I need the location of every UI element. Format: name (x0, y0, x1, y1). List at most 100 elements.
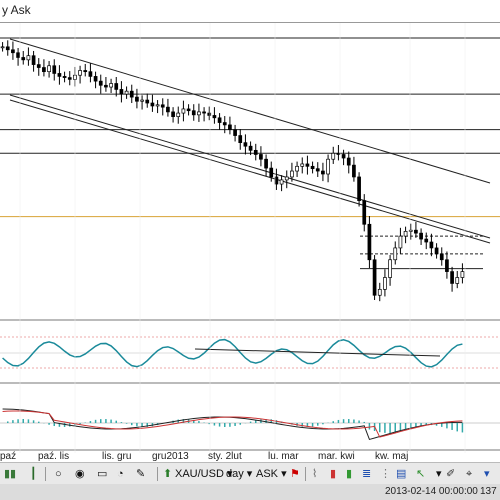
candle-body (62, 76, 67, 78)
candle-body (341, 154, 346, 159)
chart-type-icon[interactable]: ▮▮ (4, 466, 16, 482)
candle-body (124, 90, 129, 95)
candle-body (145, 99, 150, 104)
symbol-select[interactable]: XAU/USD ▾ (175, 466, 232, 482)
x-tick-label: lu. mar (268, 451, 299, 462)
candle-body (114, 83, 119, 90)
x-tick-label: gru2013 (152, 451, 189, 462)
candle-body (119, 89, 124, 95)
x-tick-label: sty. 2lut (208, 451, 242, 462)
candle-body (5, 46, 10, 51)
drawing-tools-icon[interactable]: ✐ (446, 466, 455, 482)
status-datetime: 2013-02-14 00:00:00 (385, 486, 478, 497)
candle-body (26, 55, 31, 61)
candle-body (346, 157, 351, 166)
bar-chart-icon[interactable]: ┃ (30, 466, 37, 482)
candle-body (372, 259, 377, 296)
candle-body (202, 111, 206, 114)
candle-body (357, 176, 361, 201)
candle-body (78, 70, 82, 76)
candle-body (460, 271, 465, 278)
candle-body (414, 229, 418, 234)
candle-body (352, 164, 356, 178)
x-tick-label: kw. maj (375, 451, 409, 462)
price-chart[interactable] (0, 23, 500, 453)
crosshair-icon[interactable]: ⌖ (466, 466, 472, 482)
candle-body (290, 170, 294, 178)
zoom-out-icon[interactable]: ○ (55, 466, 62, 482)
status-bar: 2013-02-14 00:00:00 137 (0, 484, 500, 500)
candle-body (362, 200, 367, 225)
fit-icon[interactable]: ▭ (97, 466, 107, 482)
candle-body (217, 117, 222, 123)
dropdown-icon[interactable]: ▾ (436, 466, 442, 482)
candle-body (135, 96, 139, 102)
candle-body (321, 170, 325, 175)
candle-body (129, 90, 134, 98)
candle-body (52, 65, 57, 74)
x-tick-label: mar. kwi (318, 451, 355, 462)
candle-body (377, 288, 382, 296)
candle-body (42, 67, 46, 73)
candle-body (93, 76, 98, 82)
flag-icon[interactable]: ⚑ (290, 466, 300, 482)
lines-icon[interactable]: ▤ (396, 466, 406, 482)
period-icon[interactable]: ⋮ (380, 466, 391, 482)
candle-body (11, 49, 15, 54)
macd-line (2, 408, 463, 441)
chart-area[interactable] (0, 23, 500, 453)
candle-body (197, 111, 201, 116)
candle-body (367, 223, 372, 261)
more-icon[interactable]: ▾ (484, 466, 490, 482)
green-bar-icon[interactable]: ▮ (346, 466, 352, 482)
red-bar-icon[interactable]: ▮ (330, 466, 336, 482)
candle-body (166, 106, 170, 113)
candle-body (393, 247, 398, 261)
candle-body (228, 124, 232, 130)
candle-body (269, 167, 274, 178)
candle-body (450, 271, 454, 284)
candle-body (88, 71, 93, 77)
candle-body (398, 235, 403, 249)
candle-body (181, 108, 186, 114)
candle-body (160, 104, 165, 108)
x-tick-label: lis. gru (102, 451, 132, 462)
candle-body (424, 238, 429, 243)
candle-body (331, 152, 336, 160)
trend-line-upper (9, 38, 491, 184)
candle-body (0, 46, 5, 49)
candle-body (383, 277, 387, 290)
candle-body (264, 158, 268, 169)
trend-line-lower-2 (9, 99, 491, 244)
timeframe-select[interactable]: day ▾ (226, 466, 252, 482)
candle-body (186, 108, 191, 112)
candle-body (434, 247, 439, 255)
settings-icon[interactable]: ◔ (117, 466, 124, 482)
indicators-icon[interactable]: ⌇ (312, 466, 317, 482)
candle-body (455, 277, 460, 284)
candle-body (21, 57, 26, 61)
zoom-in-icon[interactable]: ◉ (75, 466, 85, 482)
x-tick-label: paź. lis (38, 451, 70, 462)
candle-body (207, 112, 212, 116)
status-price: 137 (480, 486, 497, 497)
cursor-icon[interactable]: ↖ (416, 466, 425, 482)
candle-body (388, 259, 392, 278)
candle-body (31, 55, 36, 65)
chart-toolbar: ▮▮ ┃ ○ ◉ ▭ ◔ ✎ ⬆ XAU/USD ▾ day ▾ ASK ▾ ⚑… (0, 462, 500, 486)
candle-body (439, 253, 444, 261)
candle-body (248, 145, 253, 151)
candle-body (176, 112, 181, 117)
candle-body (284, 176, 289, 181)
window-title: y Ask (2, 3, 31, 17)
draw-icon[interactable]: ✎ (136, 466, 145, 482)
candle-body (233, 129, 237, 136)
candle-body (155, 104, 160, 107)
line-icon[interactable]: ≣ (362, 466, 371, 482)
candle-body (326, 158, 330, 175)
x-tick-label: paź (0, 451, 17, 462)
price-side-select[interactable]: ASK ▾ (256, 466, 287, 482)
candle-body (47, 65, 51, 73)
candle-body (243, 142, 248, 147)
candle-body (279, 179, 284, 185)
